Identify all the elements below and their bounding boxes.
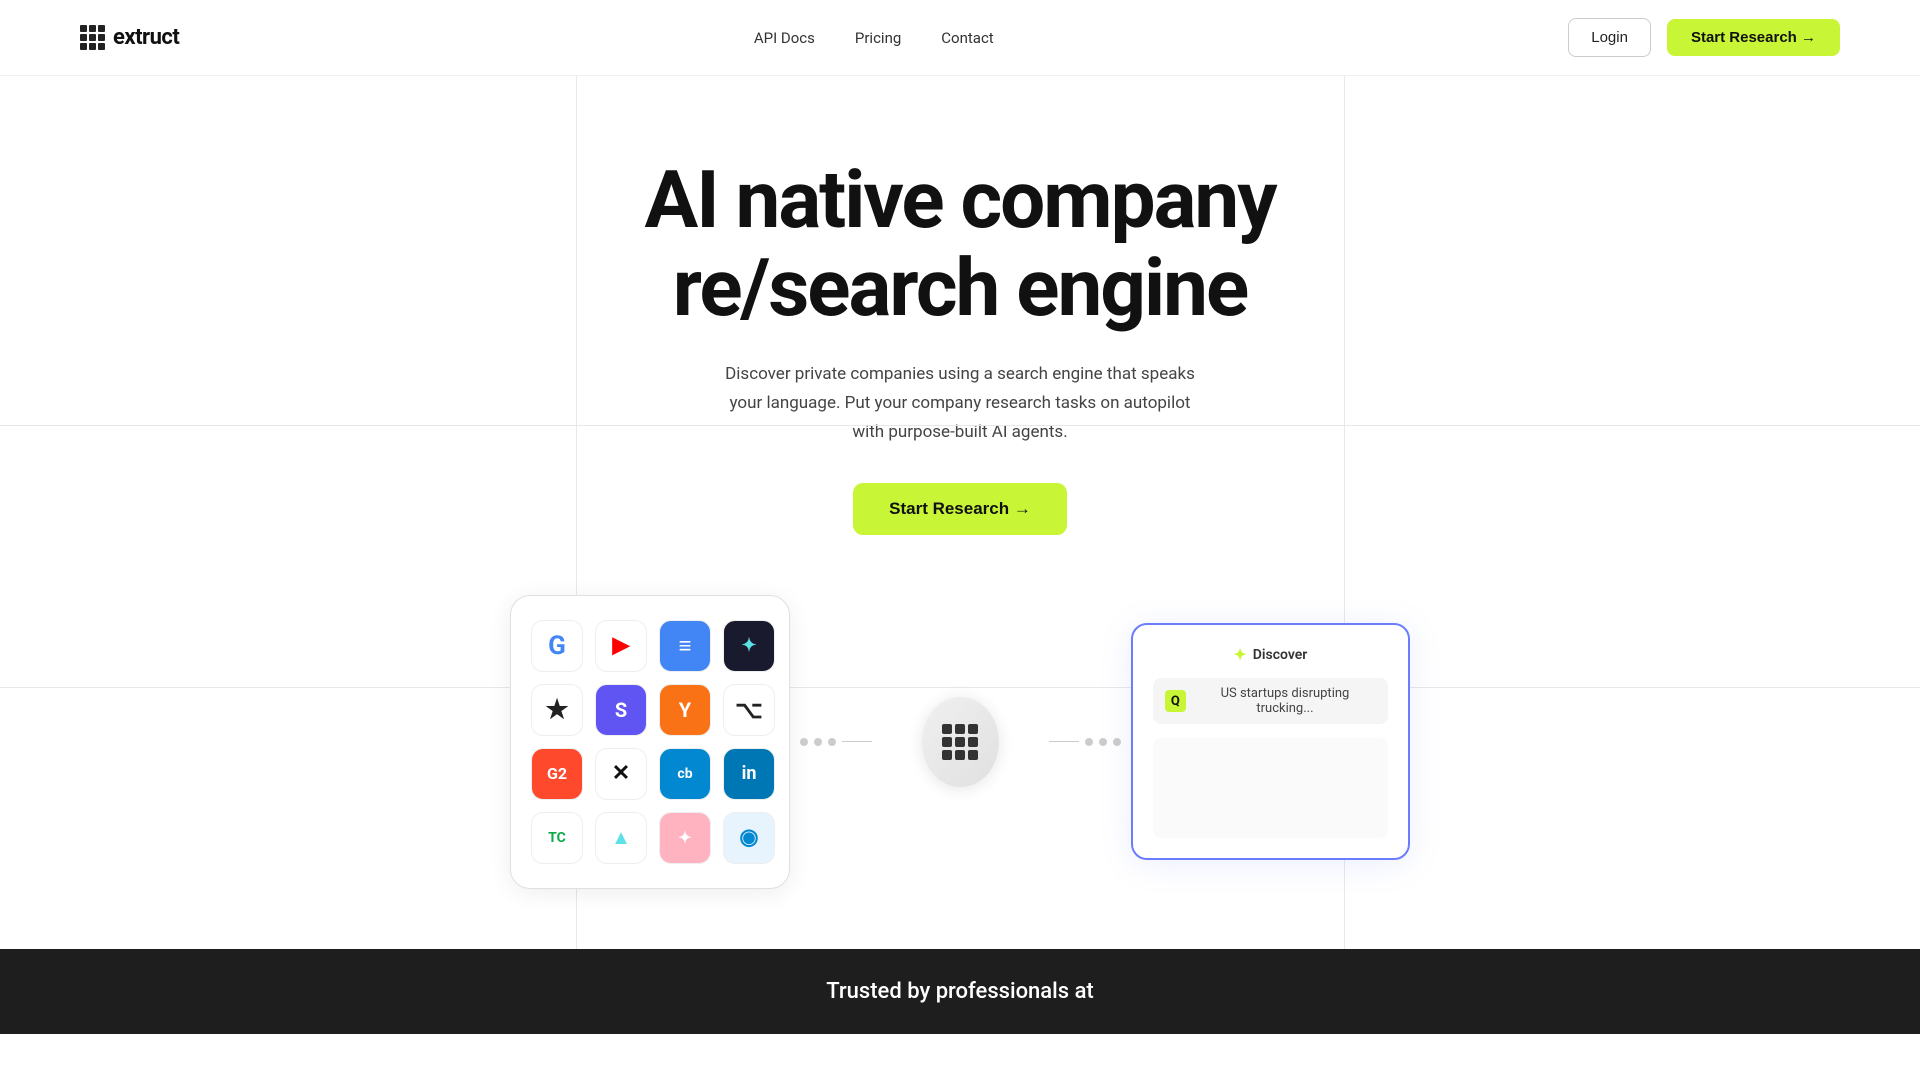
discover-bolt-icon: ✦ bbox=[1233, 645, 1246, 664]
hero-section: AI native company re/search engine Disco… bbox=[0, 76, 1920, 949]
logo-crunchbase: cb bbox=[659, 748, 711, 800]
logo-linkedin: in bbox=[723, 748, 775, 800]
logo-shortcut: S bbox=[595, 684, 647, 736]
nav-actions: Login Start Research → bbox=[1568, 18, 1840, 57]
login-button[interactable]: Login bbox=[1568, 18, 1651, 57]
logo-docs: ≡ bbox=[659, 620, 711, 672]
connector-right bbox=[1049, 738, 1121, 746]
logo-youtube: ▶ bbox=[595, 620, 647, 672]
logo-star: ★ bbox=[531, 684, 583, 736]
nav-api-docs[interactable]: API Docs bbox=[754, 29, 815, 47]
center-hub bbox=[922, 697, 999, 787]
logo-seekout: ▲ bbox=[595, 812, 647, 864]
logo-g2: G2 bbox=[531, 748, 583, 800]
hero-title: AI native company re/search engine bbox=[644, 156, 1275, 332]
logo-google: G bbox=[531, 620, 583, 672]
nav-links: API Docs Pricing Contact bbox=[754, 29, 994, 47]
start-research-hero-button[interactable]: Start Research → bbox=[853, 483, 1067, 535]
logos-card: G ▶ ≡ ✦ ★ S Y ⌥ G2 ✕ cb in TC ▲ ✦ ◉ bbox=[510, 595, 790, 889]
nav-pricing[interactable]: Pricing bbox=[855, 29, 901, 47]
logo-yc: Y bbox=[659, 684, 711, 736]
hub-grid-icon bbox=[942, 724, 978, 760]
illustration-area: G ▶ ≡ ✦ ★ S Y ⌥ G2 ✕ cb in TC ▲ ✦ ◉ bbox=[510, 595, 1410, 889]
discover-header-text: Discover bbox=[1253, 647, 1308, 663]
logo-techcrunch: TC bbox=[531, 812, 583, 864]
logo[interactable]: extruct bbox=[80, 25, 179, 50]
logo-github: ⌥ bbox=[723, 684, 775, 736]
connector-left bbox=[800, 738, 872, 746]
discover-header: ✦ Discover bbox=[1153, 645, 1388, 664]
bottom-banner: Trusted by professionals at bbox=[0, 949, 1920, 1034]
logo-text: extruct bbox=[113, 25, 179, 50]
discover-q-icon: Q bbox=[1165, 690, 1186, 712]
logo-pink: ✦ bbox=[659, 812, 711, 864]
logo-globe: ◉ bbox=[723, 812, 775, 864]
bottom-banner-text: Trusted by professionals at bbox=[80, 979, 1840, 1004]
nav-contact[interactable]: Contact bbox=[941, 29, 993, 47]
discover-query-text: US startups disrupting trucking... bbox=[1194, 686, 1376, 716]
navbar: extruct API Docs Pricing Contact Login S… bbox=[0, 0, 1920, 76]
logo-x: ✕ bbox=[595, 748, 647, 800]
discover-card: ✦ Discover Q US startups disrupting truc… bbox=[1131, 623, 1410, 860]
discover-results-area bbox=[1153, 738, 1388, 838]
discover-search-row: Q US startups disrupting trucking... bbox=[1153, 678, 1388, 724]
logo-grid-icon bbox=[80, 25, 105, 50]
hero-subtitle: Discover private companies using a searc… bbox=[720, 360, 1200, 447]
start-research-nav-button[interactable]: Start Research → bbox=[1667, 19, 1840, 56]
logo-feather: ✦ bbox=[723, 620, 775, 672]
